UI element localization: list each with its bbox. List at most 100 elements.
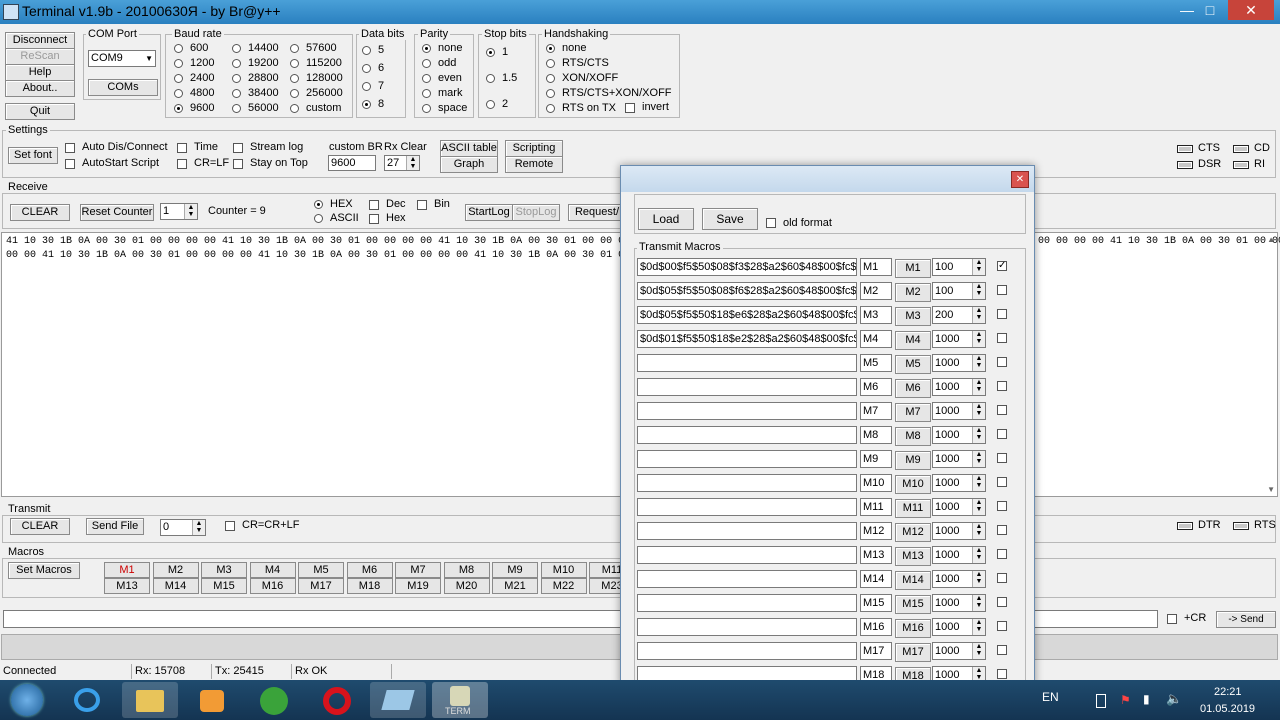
macro-name-m10[interactable]: M10 [860,474,892,492]
baud-radio-2400[interactable] [174,74,183,83]
macro-repeat-checkbox-m11[interactable] [997,501,1007,511]
macro-text-m11[interactable] [637,498,857,516]
macro-text-m3[interactable]: $0d$05$f5$50$18$e6$28$a2$60$48$00$fc$ [637,306,857,324]
scroll-up-icon[interactable]: ▲ [1267,235,1275,244]
macro-text-m1[interactable]: $0d$00$f5$50$08$f3$28$a2$60$48$00$fc$ [637,258,857,276]
macro-delay-m17[interactable]: 1000 ▲ ▼ [932,642,986,660]
macro-send-m2[interactable]: M2 [895,283,931,302]
macro-name-m3[interactable]: M3 [860,306,892,324]
terminal-taskbar-button[interactable] [370,682,426,718]
macro-send-m1[interactable]: M1 [895,259,931,278]
macro-repeat-checkbox-m3[interactable] [997,309,1007,319]
term-taskbar-button[interactable]: TERM [432,682,488,718]
explorer-taskbar-button[interactable] [122,682,178,718]
ie-taskbar-button[interactable] [60,682,116,718]
scripting-button[interactable]: Scripting [505,140,563,157]
start-button[interactable] [4,682,50,718]
macro-send-m9[interactable]: M9 [895,451,931,470]
ascii-table-button[interactable]: ASCII table [440,140,498,157]
baud-radio-19200[interactable] [232,59,241,68]
cr-cr-lf-checkbox[interactable] [225,521,235,531]
spinner-arrows-icon[interactable]: ▲ ▼ [972,619,985,635]
macro-delay-m9[interactable]: 1000 ▲ ▼ [932,450,986,468]
autostart-script-checkbox[interactable] [65,159,75,169]
macro-text-m16[interactable] [637,618,857,636]
macro-repeat-checkbox-m14[interactable] [997,573,1007,583]
handshaking-radio-2[interactable] [546,74,555,83]
macro-repeat-checkbox-m6[interactable] [997,381,1007,391]
macro-name-m2[interactable]: M2 [860,282,892,300]
spinner-arrows-icon[interactable]: ▲ ▼ [972,499,985,515]
macro-send-m17[interactable]: M17 [895,643,931,662]
set-font-button[interactable]: Set font [8,147,58,164]
macro-button-m20[interactable]: M20 [443,578,490,594]
spinner-arrows-icon[interactable]: ▲ ▼ [184,204,197,219]
parity-radio-4[interactable] [422,104,431,113]
macro-button-m14[interactable]: M14 [152,578,199,594]
macro-text-m9[interactable] [637,450,857,468]
macro-name-m9[interactable]: M9 [860,450,892,468]
macro-send-m4[interactable]: M4 [895,331,931,350]
spinner-arrows-icon[interactable]: ▲ ▼ [972,475,985,491]
macro-repeat-checkbox-m15[interactable] [997,597,1007,607]
macro-repeat-checkbox-m17[interactable] [997,645,1007,655]
macro-button-m6[interactable]: M6 [346,562,393,578]
macro-repeat-checkbox-m13[interactable] [997,549,1007,559]
baud-radio-14400[interactable] [232,44,241,53]
set-macros-button[interactable]: Set Macros [8,562,80,579]
disconnect-button[interactable]: Disconnect [5,32,75,49]
macro-name-m14[interactable]: M14 [860,570,892,588]
flag-icon[interactable]: ⚑ [1120,693,1131,707]
battery-icon[interactable] [1096,694,1106,708]
macro-button-m13[interactable]: M13 [104,578,150,594]
macro-text-m14[interactable] [637,570,857,588]
graph-button[interactable]: Graph [440,156,498,173]
macro-send-m15[interactable]: M15 [895,595,931,614]
data-bits-radio-0[interactable] [362,46,371,55]
transmit-spin-input[interactable]: 0 ▲ ▼ [160,519,206,536]
macro-repeat-checkbox-m4[interactable] [997,333,1007,343]
macro-send-m7[interactable]: M7 [895,403,931,422]
close-button[interactable]: ✕ [1228,0,1274,20]
macro-button-m9[interactable]: M9 [492,562,538,578]
macro-button-m18[interactable]: M18 [346,578,393,594]
spinner-arrows-icon[interactable]: ▲ ▼ [972,379,985,395]
macro-button-m16[interactable]: M16 [249,578,296,594]
bin-checkbox[interactable] [417,200,427,210]
macro-button-m15[interactable]: M15 [201,578,247,594]
macro-button-m3[interactable]: M3 [201,562,247,578]
macro-name-m5[interactable]: M5 [860,354,892,372]
send-button[interactable]: -> Send [1216,611,1276,628]
macro-send-m6[interactable]: M6 [895,379,931,398]
handshaking-radio-1[interactable] [546,59,555,68]
macro-text-m4[interactable]: $0d$01$f5$50$18$e2$28$a2$60$48$00$fc$ [637,330,857,348]
macro-name-m1[interactable]: M1 [860,258,892,276]
spinner-arrows-icon[interactable]: ▲ ▼ [972,355,985,371]
clock-time[interactable]: 22:21 [1214,686,1242,698]
handshaking-radio-4[interactable] [546,104,555,113]
spinner-arrows-icon[interactable]: ▲ ▼ [972,643,985,659]
macro-button-m2[interactable]: M2 [152,562,199,578]
remote-button[interactable]: Remote [505,156,563,173]
macro-delay-m16[interactable]: 1000 ▲ ▼ [932,618,986,636]
macro-text-m2[interactable]: $0d$05$f5$50$08$f6$28$a2$60$48$00$fc$ [637,282,857,300]
about-button[interactable]: About.. [5,80,75,97]
com-port-select[interactable]: COM9 ▼ [88,50,156,67]
spinner-arrows-icon[interactable]: ▲ ▼ [972,307,985,323]
spinner-arrows-icon[interactable]: ▲ ▼ [192,520,205,535]
macro-delay-m7[interactable]: 1000 ▲ ▼ [932,402,986,420]
macro-delay-m11[interactable]: 1000 ▲ ▼ [932,498,986,516]
macro-name-m17[interactable]: M17 [860,642,892,660]
baud-radio-115200[interactable] [290,59,299,68]
baud-radio-57600[interactable] [290,44,299,53]
macro-repeat-checkbox-m5[interactable] [997,357,1007,367]
macro-button-m5[interactable]: M5 [298,562,344,578]
macro-name-m7[interactable]: M7 [860,402,892,420]
macro-delay-m10[interactable]: 1000 ▲ ▼ [932,474,986,492]
rescan-button[interactable]: ReScan [5,48,75,65]
clock-date[interactable]: 01.05.2019 [1200,703,1255,715]
macro-repeat-checkbox-m12[interactable] [997,525,1007,535]
dec-checkbox[interactable] [369,200,379,210]
time-checkbox[interactable] [177,143,187,153]
baud-radio-28800[interactable] [232,74,241,83]
